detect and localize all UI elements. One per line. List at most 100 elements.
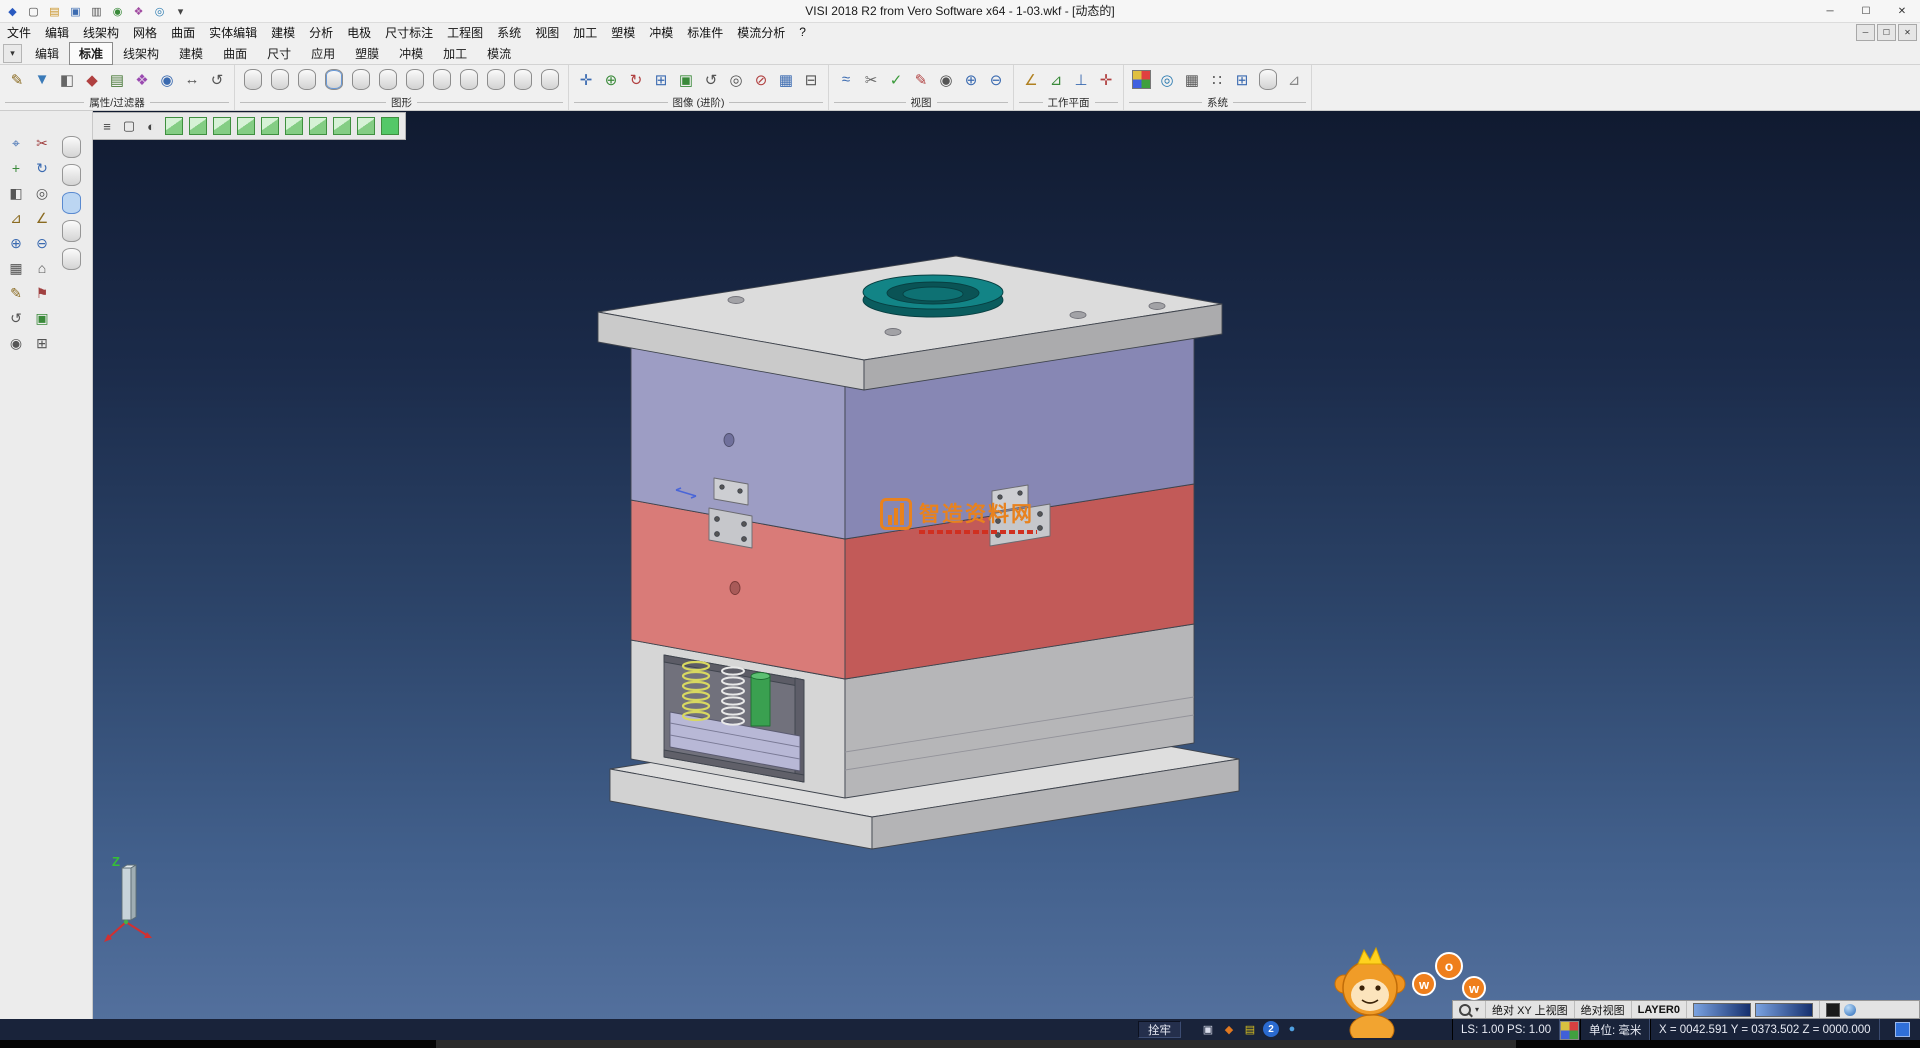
zoom-window-icon[interactable]: ⊞ — [649, 68, 673, 92]
cube-shaded-icon[interactable] — [165, 117, 183, 135]
color-palette-icon[interactable] — [1132, 70, 1151, 89]
locating-ring[interactable] — [863, 275, 1003, 317]
light-display-icon[interactable] — [541, 69, 559, 90]
texture-display-icon[interactable] — [514, 69, 532, 90]
menu-edit[interactable]: 编辑 — [38, 22, 76, 42]
undo-icon[interactable]: ↺ — [5, 307, 27, 329]
home-view-icon[interactable]: ⌂ — [31, 257, 53, 279]
zoom-in-view-icon[interactable]: ⊕ — [959, 68, 983, 92]
cube-iso-icon[interactable] — [381, 117, 399, 135]
menu-analysis[interactable]: 分析 — [302, 22, 340, 42]
layer-filter-icon[interactable]: ▤ — [105, 68, 129, 92]
filter-icon[interactable]: ▼ — [30, 68, 54, 92]
visibility-icon[interactable]: ◉ — [155, 68, 179, 92]
shaded-cylinder-icon[interactable] — [325, 69, 343, 90]
menu-solid-edit[interactable]: 实体编辑 — [202, 22, 264, 42]
database-icon[interactable] — [1259, 69, 1277, 90]
snap-lock-toggle[interactable]: 拴牢 — [1138, 1021, 1181, 1038]
fit-view-icon[interactable]: ▣ — [31, 307, 53, 329]
viewport-3d[interactable]: Z ≡▢◐ 智造资料网 — [92, 110, 1920, 1020]
zoom-in-icon[interactable]: ⊕ — [5, 232, 27, 254]
magnet-icon[interactable]: ◆ — [80, 68, 104, 92]
select-icon[interactable]: ⌖ — [5, 132, 27, 154]
add-icon[interactable]: + — [5, 157, 27, 179]
child-close-button[interactable]: ✕ — [1898, 24, 1917, 41]
menu-standard-parts[interactable]: 标准件 — [680, 22, 730, 42]
menu-machining[interactable]: 加工 — [566, 22, 604, 42]
taskbar[interactable] — [0, 1040, 1920, 1048]
view-orientation[interactable]: 绝对 XY 上视图 — [1486, 1001, 1575, 1018]
circle-icon[interactable]: ◎ — [31, 182, 53, 204]
ucs-cube-icon[interactable] — [1560, 1021, 1579, 1040]
units-indicator[interactable]: 单位: 毫米 — [1580, 1019, 1650, 1040]
shaded-sphere-icon[interactable]: ◐ — [141, 116, 161, 136]
menu-help[interactable]: ? — [792, 22, 813, 42]
menu-view[interactable]: 视图 — [528, 22, 566, 42]
wireframe-cylinder-icon[interactable] — [244, 69, 262, 90]
menu-flow-analysis[interactable]: 模流分析 — [730, 22, 792, 42]
workplane-xz-icon[interactable]: ⊿ — [1044, 68, 1068, 92]
display-style-2-icon[interactable] — [62, 164, 81, 186]
workplane-yz-icon[interactable]: ⊥ — [1069, 68, 1093, 92]
calculator-icon[interactable]: ⊞ — [1230, 68, 1254, 92]
tab-application[interactable]: 应用 — [301, 42, 345, 65]
color-filter-icon[interactable]: ❖ — [130, 68, 154, 92]
cube-hidden-icon[interactable] — [213, 117, 231, 135]
dashed-hidden-cylinder-icon[interactable] — [298, 69, 316, 90]
menu-die[interactable]: 冲模 — [642, 22, 680, 42]
tab-die[interactable]: 冲模 — [389, 42, 433, 65]
tab-mold[interactable]: 塑膜 — [345, 42, 389, 65]
properties-icon[interactable]: ✎ — [5, 68, 29, 92]
status-save-icon[interactable]: ▣ — [1200, 1021, 1216, 1037]
view-menu-icon[interactable]: ≡ — [97, 116, 117, 136]
workplane-custom-icon[interactable]: ✛ — [1094, 68, 1118, 92]
tab-dropdown-icon[interactable]: ▾ — [3, 44, 22, 63]
section-display-icon[interactable] — [460, 69, 478, 90]
point-display-icon[interactable] — [406, 69, 424, 90]
cube-wireframe-icon[interactable] — [189, 117, 207, 135]
tab-machining[interactable]: 加工 — [433, 42, 477, 65]
menu-dimension[interactable]: 尺寸标注 — [378, 22, 440, 42]
status-help-icon[interactable]: 2 — [1263, 1021, 1279, 1037]
menu-surface[interactable]: 曲面 — [164, 22, 202, 42]
menu-drawing[interactable]: 工程图 — [440, 22, 490, 42]
child-restore-button[interactable]: ☐ — [1877, 24, 1896, 41]
sphere-icon[interactable] — [1844, 1004, 1856, 1016]
minimize-button[interactable]: ─ — [1812, 0, 1848, 22]
display-style-3-icon[interactable] — [62, 192, 81, 214]
render-mode-icon[interactable]: ▢ — [119, 116, 139, 136]
target-icon[interactable]: ◉ — [5, 332, 27, 354]
tab-flow[interactable]: 模流 — [477, 42, 521, 65]
full-screen-icon[interactable]: ⊟ — [799, 68, 823, 92]
mirror-icon[interactable]: ◧ — [5, 182, 27, 204]
flag-icon[interactable]: ⚑ — [31, 282, 53, 304]
hidden-line-cylinder-icon[interactable] — [271, 69, 289, 90]
cube-front-icon[interactable] — [261, 117, 279, 135]
child-minimize-button[interactable]: ─ — [1856, 24, 1875, 41]
tab-wireframe[interactable]: 线架构 — [113, 42, 169, 65]
status-info-icon[interactable]: ● — [1284, 1021, 1300, 1037]
table-icon[interactable]: ▦ — [1180, 68, 1204, 92]
menu-system[interactable]: 系统 — [490, 22, 528, 42]
menu-mold[interactable]: 塑模 — [604, 22, 642, 42]
attribute-copy-icon[interactable]: ↔ — [180, 68, 204, 92]
status-alert-icon[interactable]: ◆ — [1221, 1021, 1237, 1037]
display-style-5-icon[interactable] — [62, 248, 81, 270]
verify-icon[interactable]: ✓ — [884, 68, 908, 92]
grid-icon[interactable]: ▦ — [5, 257, 27, 279]
cube-bottom-icon[interactable] — [357, 117, 375, 135]
shaded-edges-cylinder-icon[interactable] — [352, 69, 370, 90]
eye-icon[interactable]: ◉ — [934, 68, 958, 92]
zoom-out-view-icon[interactable]: ⊖ — [984, 68, 1008, 92]
display-style-1-icon[interactable] — [62, 136, 81, 158]
annotate-icon[interactable]: ✎ — [909, 68, 933, 92]
menu-modeling[interactable]: 建模 — [264, 22, 302, 42]
status-mail-icon[interactable]: ▤ — [1242, 1021, 1258, 1037]
menu-file[interactable]: 文件 — [0, 22, 38, 42]
bg-gradient-swatch-2[interactable] — [1755, 1003, 1813, 1017]
snap-grid-icon[interactable]: ∷ — [1205, 68, 1229, 92]
tab-modeling[interactable]: 建模 — [169, 42, 213, 65]
cube-back-icon[interactable] — [333, 117, 351, 135]
rotate-icon[interactable]: ↻ — [31, 157, 53, 179]
refresh-view-icon[interactable]: ⊘ — [749, 68, 773, 92]
